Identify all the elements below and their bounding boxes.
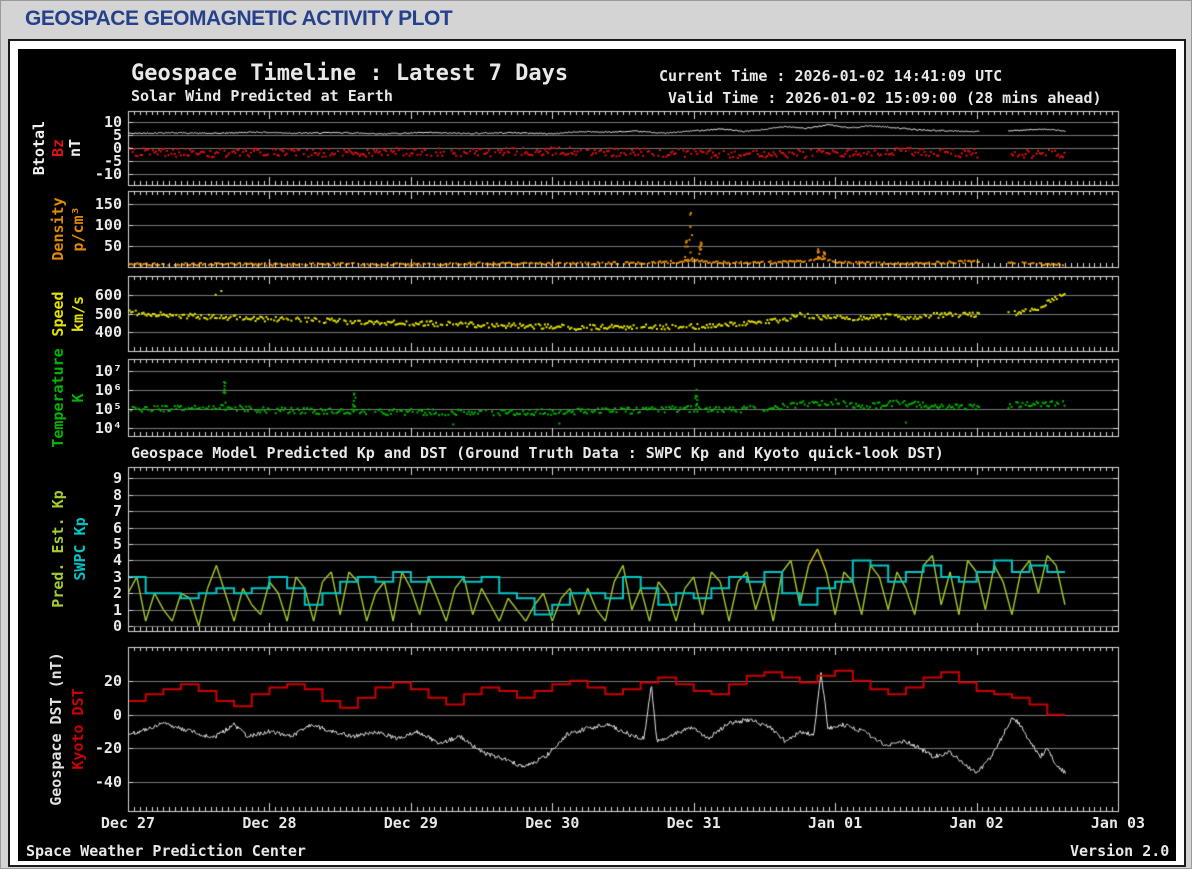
axis-title-dst: Kyoto DST [69,688,87,770]
y-tick-label-temperature: 10⁷ [94,361,122,380]
current-time-label: Current Time : 2026-01-02 14:41:09 UTC [659,67,1003,85]
axis-title-dst: Geospace DST (nT) [47,652,65,806]
y-tick-label-magnetic_field: -10 [94,165,122,184]
x-tick-label: Dec 27 [100,814,156,832]
kp-dst-section-title: Geospace Model Predicted Kp and DST (Gro… [131,444,944,462]
page-title: GEOSPACE GEOMAGNETIC ACTIVITY PLOT [25,7,453,30]
y-tick-label-kp: 9 [112,469,122,488]
y-tick-label-kp: 0 [112,617,122,636]
page: GEOSPACE GEOMAGNETIC ACTIVITY PLOT Geosp… [0,0,1192,869]
valid-time-label: Valid Time : 2026-01-02 15:09:00 (28 min… [659,89,1102,107]
y-tick-label-dst: -40 [94,773,122,792]
axis-title-magnetic_field: Btotal [30,120,48,176]
axis-title-temperature: K [69,392,87,403]
plot-frame: Geospace Timeline : Latest 7 Days Curren… [8,39,1186,867]
plot-title: Geospace Timeline : Latest 7 Days [131,61,569,86]
x-tick-label: Dec 31 [666,814,721,832]
axis-title-kp: SWPC Kp [71,517,89,581]
axis-title-speed: km/s [69,295,87,332]
footer-version: Version 2.0 [1070,842,1170,860]
axis-title-magnetic_field: Bz [49,138,67,158]
solar-wind-subtitle: Solar Wind Predicted at Earth [131,87,393,105]
x-tick-label: Dec 29 [383,814,438,832]
x-tick-label: Dec 30 [525,814,580,832]
plot-area: Geospace Timeline : Latest 7 Days Curren… [18,49,1176,861]
axis-title-magnetic_field: nT [66,138,84,158]
footer-credit: Space Weather Prediction Center [26,842,306,860]
y-tick-label-dst: 20 [103,671,122,690]
y-tick-label-temperature: 10⁵ [94,400,122,419]
header-bar: GEOSPACE GEOMAGNETIC ACTIVITY PLOT [1,1,1191,37]
y-tick-label-kp: 8 [112,485,122,504]
axis-title-density: Density [49,197,67,261]
y-tick-label-temperature: 10⁴ [94,419,122,438]
y-tick-label-kp: 2 [112,584,122,603]
y-tick-label-kp: 1 [112,600,122,619]
x-tick-label: Dec 28 [242,814,297,832]
x-tick-label: Jan 03 [1090,814,1146,832]
axis-title-temperature: Temperature [49,347,67,448]
axis-title-density: p/cm³ [69,206,87,252]
x-tick-label: Jan 01 [808,814,863,832]
axis-title-speed: Speed [49,290,67,337]
axis-title-kp: Pred. Est. Kp [49,490,67,608]
x-tick-label: Jan 02 [949,814,1004,832]
